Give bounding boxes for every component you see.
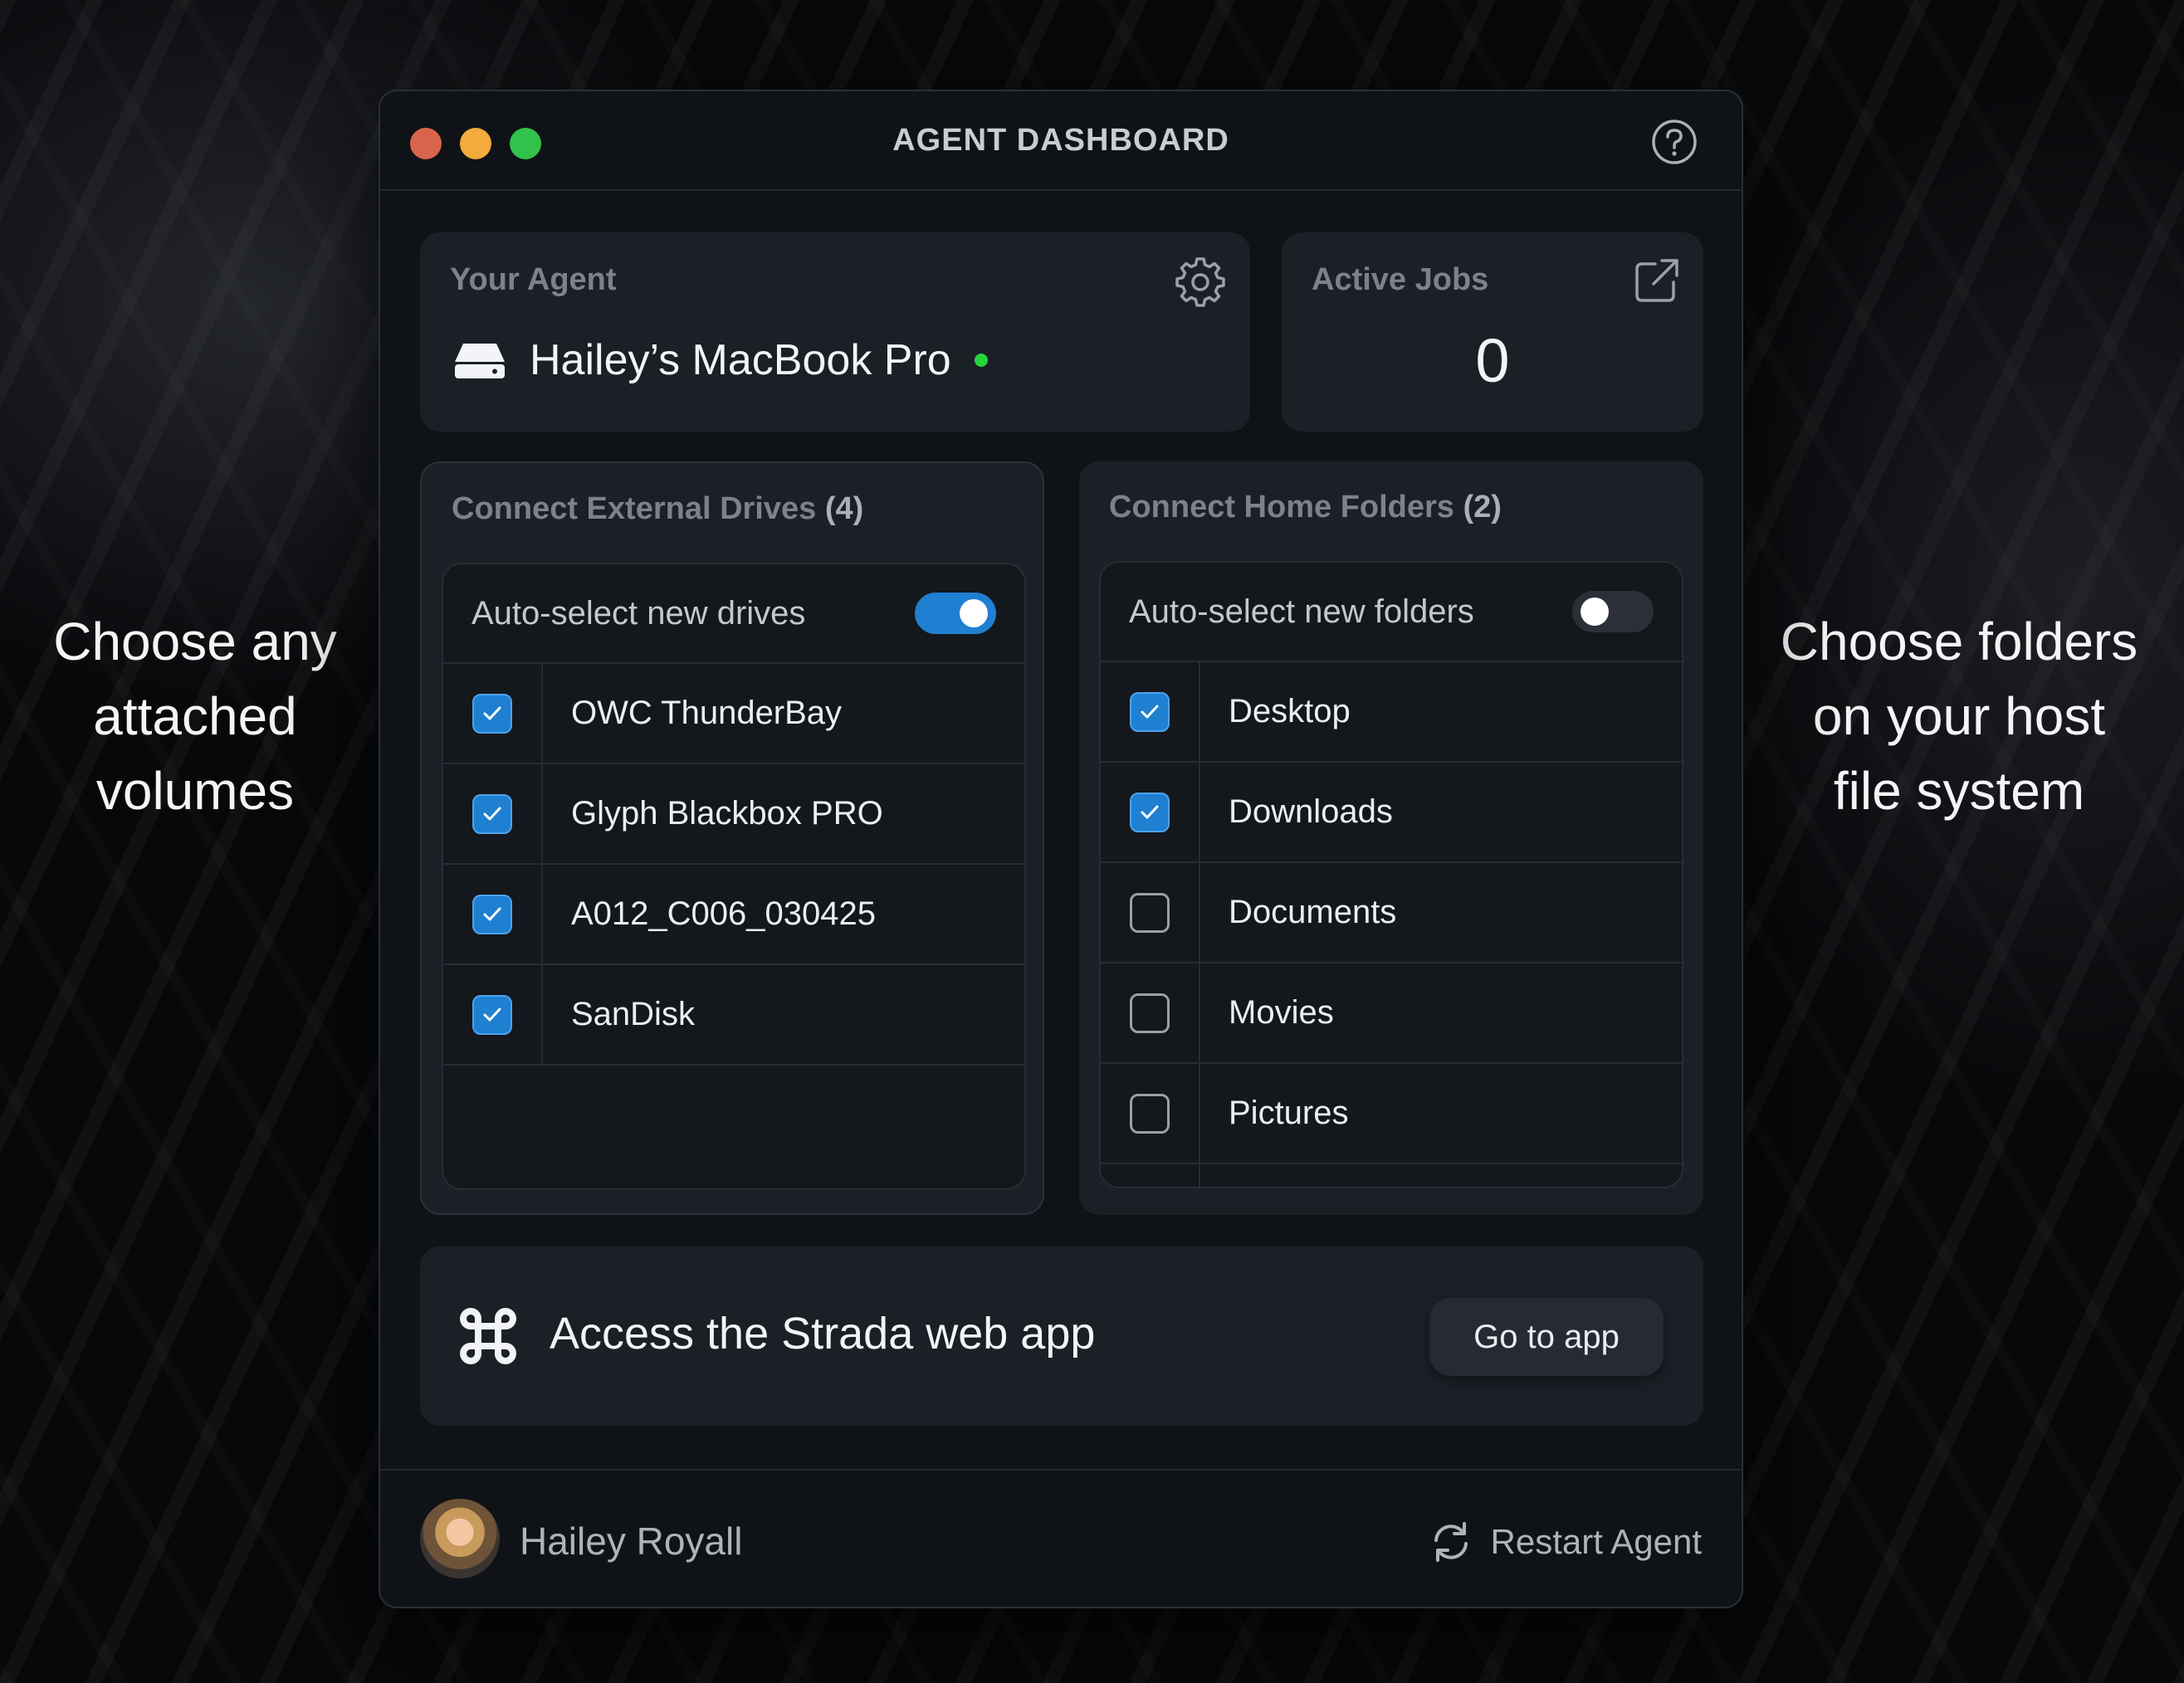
checkmark-icon [483,706,501,720]
window-controls [410,128,541,159]
window-title: AGENT DASHBOARD [892,122,1229,158]
avatar[interactable] [420,1499,500,1578]
checkbox-cell [443,664,543,763]
auto-select-folders-label: Auto-select new folders [1129,593,1474,630]
folders-list: Auto-select new folders Desktop Download… [1099,561,1683,1188]
drive-item[interactable]: SanDisk [443,965,1024,1066]
folder-checkbox[interactable] [1130,1093,1170,1134]
go-to-app-button[interactable]: Go to app [1429,1298,1664,1376]
zoom-window-button[interactable] [510,128,541,159]
drive-label: SanDisk [571,996,695,1032]
drive-item[interactable]: A012_C006_030425 [443,865,1024,965]
annotation-left-line: Choose any [53,612,337,671]
toggle-knob [1581,598,1609,626]
drives-list: Auto-select new drives OWC ThunderBay Gl… [442,563,1026,1190]
folder-item[interactable]: Documents [1101,863,1682,963]
checkmark-icon [483,907,501,920]
checkmark-icon [483,1007,501,1021]
auto-select-folders-row: Auto-select new folders [1101,563,1682,662]
drive-label: A012_C006_030425 [571,895,877,932]
home-folders-label: Connect Home Folders [1109,490,1454,524]
folder-checkbox[interactable] [1130,993,1170,1033]
checkmark-icon [1141,705,1159,718]
folder-item[interactable]: Movies [1101,963,1682,1064]
external-drives-heading: Connect External Drives (4) [452,491,863,527]
annotation-left: Choose any attached volumes [33,604,357,828]
checkmark-icon [1141,805,1159,818]
annotation-left-line: attached [93,686,297,746]
auto-select-drives-row: Auto-select new drives [443,564,1024,664]
checkbox-cell [443,865,543,963]
checkmark-icon [483,807,501,820]
home-folders-count: (2) [1463,490,1502,524]
checkbox-cell [1101,1064,1200,1163]
restart-agent-button[interactable]: Restart Agent [1429,1520,1702,1563]
command-key-icon [460,1308,516,1364]
active-jobs-card: Active Jobs 0 [1282,232,1703,432]
checkbox-cell [1101,662,1200,761]
annotation-right: Choose folders on your host file system [1760,604,2158,828]
home-folders-heading: Connect Home Folders (2) [1109,490,1502,525]
folder-item[interactable]: Pictures [1101,1064,1682,1164]
auto-select-folders-toggle[interactable] [1572,591,1654,632]
restart-agent-label: Restart Agent [1490,1522,1702,1561]
annotation-right-line: on your host [1812,686,2106,746]
agent-name: Hailey’s MacBook Pro [530,336,951,384]
help-icon[interactable] [1650,118,1698,166]
minimize-window-button[interactable] [460,128,491,159]
list-filler [1101,1164,1682,1187]
drive-checkbox[interactable] [472,994,512,1035]
folder-checkbox[interactable] [1130,892,1170,933]
folder-label: Desktop [1229,693,1351,729]
folder-label: Pictures [1229,1095,1349,1131]
auto-select-drives-label: Auto-select new drives [471,594,806,632]
checkbox-cell [443,764,543,863]
checkbox-cell [443,965,543,1064]
home-folders-panel: Connect Home Folders (2) Auto-select new… [1079,461,1703,1215]
external-drives-count: (4) [824,491,864,526]
external-drives-panel: Connect External Drives (4) Auto-select … [420,461,1044,1215]
drive-item[interactable]: Glyph Blackbox PRO [443,764,1024,865]
annotation-right-line: Choose folders [1780,612,2138,671]
refresh-icon [1434,1522,1468,1562]
drive-checkbox[interactable] [472,693,512,734]
online-status-indicator [974,354,988,367]
close-window-button[interactable] [410,128,442,159]
agent-row: Hailey’s MacBook Pro [453,335,988,385]
active-jobs-count: 0 [1475,326,1510,395]
gear-icon[interactable] [1174,256,1227,309]
checkbox-cell [1101,1164,1200,1187]
annotation-left-line: volumes [95,761,295,821]
auto-select-drives-toggle[interactable] [915,593,996,634]
checkbox-cell [1101,863,1200,962]
folder-checkbox[interactable] [1130,792,1170,832]
drive-item[interactable]: OWC ThunderBay [443,664,1024,764]
checkbox-cell [1101,963,1200,1062]
footer: Hailey Royall Restart Agent [380,1469,1742,1607]
active-jobs-label: Active Jobs [1312,262,1489,297]
agent-dashboard-window: AGENT DASHBOARD Your Agent Hailey’s MacB… [379,90,1743,1608]
drive-checkbox[interactable] [472,793,512,834]
annotation-right-line: file system [1833,761,2085,821]
folder-label: Downloads [1229,793,1393,830]
web-app-text: Access the Strada web app [550,1309,1096,1359]
checkbox-cell [1101,763,1200,861]
folder-item[interactable]: Desktop [1101,662,1682,763]
toggle-knob [960,599,988,627]
agent-card: Your Agent Hailey’s MacBook Pro [420,232,1250,432]
agent-card-label: Your Agent [450,262,617,297]
drive-label: Glyph Blackbox PRO [571,795,883,832]
external-link-icon[interactable] [1632,256,1682,305]
folder-label: Documents [1229,894,1397,930]
folder-checkbox[interactable] [1130,691,1170,732]
drive-label: OWC ThunderBay [571,695,843,731]
drive-checkbox[interactable] [472,894,512,934]
hard-drive-icon [455,344,505,378]
title-bar: AGENT DASHBOARD [380,91,1742,191]
user-name: Hailey Royall [520,1520,743,1563]
external-drives-label: Connect External Drives [452,491,817,526]
folder-item[interactable]: Downloads [1101,763,1682,863]
web-app-card: Access the Strada web app Go to app [420,1246,1703,1426]
folder-label: Movies [1229,994,1334,1031]
